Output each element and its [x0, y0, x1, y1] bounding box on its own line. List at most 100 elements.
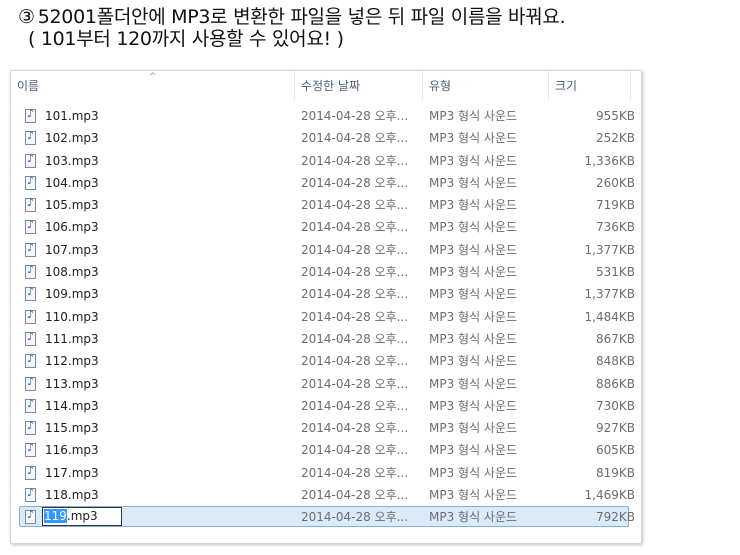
file-date: 2014-04-28 오후...	[301, 242, 409, 257]
file-explorer-window: 이름 ^ 수정한 날짜 유형 크기 ♪ 101.mp3 2014-04-28 오후.…	[10, 70, 642, 544]
file-size: 955KB	[595, 109, 635, 123]
column-header: 이름 ^ 수정한 날짜 유형 크기	[11, 71, 641, 101]
music-note-icon: ♪	[27, 374, 35, 388]
music-note-icon: ♪	[27, 352, 35, 366]
file-row[interactable]: ♪ 115.mp3 2014-04-28 오후... MP3 형식 사운드 927KB	[19, 417, 635, 439]
file-name: 107.mp3	[45, 242, 99, 257]
file-list: ♪ 101.mp3 2014-04-28 오후... MP3 형식 사운드 955KB ♪…	[19, 105, 635, 529]
file-size: 531KB	[595, 265, 635, 280]
file-row[interactable]: ♪ 114.mp3 2014-04-28 오후... MP3 형식 사운드 730KB	[19, 395, 635, 417]
file-size: 867KB	[595, 331, 635, 346]
music-note-icon: ♪	[27, 441, 35, 455]
file-date: 2014-04-28 오후...	[301, 331, 409, 346]
file-date: 2014-04-28 오후...	[301, 175, 409, 190]
file-row[interactable]: ♪ 117.mp3 2014-04-28 오후... MP3 형식 사운드 819KB	[19, 462, 635, 484]
music-note-icon: ♪	[27, 196, 35, 210]
file-type: MP3 형식 사운드	[429, 465, 518, 480]
file-row[interactable]: ♪ 116.mp3 2014-04-28 오후... MP3 형식 사운드 605KB	[19, 439, 635, 461]
column-header-size[interactable]: 크기	[549, 71, 631, 101]
file-name: 104.mp3	[45, 175, 99, 190]
music-note-icon: ♪	[27, 285, 35, 299]
mp3-file-icon: ♪	[25, 508, 36, 525]
mp3-file-icon: ♪	[25, 352, 36, 369]
file-name: 103.mp3	[45, 153, 99, 168]
file-date: 2014-04-28 오후...	[301, 354, 409, 369]
file-row[interactable]: ♪ 108.mp3 2014-04-28 오후... MP3 형식 사운드 531KB	[19, 261, 635, 283]
mp3-file-icon: ♪	[25, 196, 36, 213]
music-note-icon: ♪	[27, 218, 35, 232]
instruction-line-2: ( 101부터 120까지 사용할 수 있어요! )	[28, 28, 344, 50]
file-row[interactable]: ♪ 104.mp3 2014-04-28 오후... MP3 형식 사운드 260KB	[19, 172, 635, 194]
file-row[interactable]: ♪ 107.mp3 2014-04-28 오후... MP3 형식 사운드 1,377K…	[19, 239, 635, 261]
column-header-type[interactable]: 유형	[423, 71, 549, 101]
music-note-icon: ♪	[27, 396, 35, 410]
file-date: 2014-04-28 오후...	[301, 287, 409, 302]
file-type: MP3 형식 사운드	[429, 109, 518, 123]
file-row[interactable]: ♪ 112.mp3 2014-04-28 오후... MP3 형식 사운드 848KB	[19, 350, 635, 372]
file-date: 2014-04-28 오후...	[301, 265, 409, 280]
file-size: 1,377KB	[584, 242, 635, 257]
file-type: MP3 형식 사운드	[429, 331, 518, 346]
file-row[interactable]: ♪ 102.mp3 2014-04-28 오후... MP3 형식 사운드 252KB	[19, 127, 635, 149]
file-type: MP3 형식 사운드	[429, 376, 518, 391]
mp3-file-icon: ♪	[25, 486, 36, 503]
file-row[interactable]: ♪ 103.mp3 2014-04-28 오후... MP3 형식 사운드 1,336K…	[19, 150, 635, 172]
file-type: MP3 형식 사운드	[429, 198, 518, 213]
file-type: MP3 형식 사운드	[429, 488, 518, 503]
music-note-icon: ♪	[27, 263, 35, 277]
column-header-name[interactable]: 이름 ^	[11, 71, 295, 101]
file-row[interactable]: ♪ 110.mp3 2014-04-28 오후... MP3 형식 사운드 1,484K…	[19, 306, 635, 328]
file-row[interactable]: ♪ 101.mp3 2014-04-28 오후... MP3 형식 사운드 955KB	[19, 105, 635, 127]
file-size: 736KB	[595, 220, 635, 235]
file-row[interactable]: ♪ 111.mp3 2014-04-28 오후... MP3 형식 사운드 867KB	[19, 328, 635, 350]
file-date: 2014-04-28 오후...	[301, 488, 409, 503]
file-size: 605KB	[595, 443, 635, 458]
file-row[interactable]: ♪ 118.mp3 2014-04-28 오후... MP3 형식 사운드 1,469K…	[19, 484, 635, 506]
file-type: MP3 형식 사운드	[429, 443, 518, 458]
file-size: 719KB	[595, 198, 635, 213]
file-size: 886KB	[595, 376, 635, 391]
file-name: 113.mp3	[45, 376, 99, 391]
mp3-file-icon: ♪	[25, 173, 36, 190]
music-note-icon: ♪	[27, 173, 35, 187]
file-name: 118.mp3	[45, 488, 99, 503]
music-note-icon: ♪	[27, 463, 35, 477]
file-type: MP3 형식 사운드	[429, 510, 518, 525]
file-name: 112.mp3	[45, 354, 99, 369]
file-type: MP3 형식 사운드	[429, 398, 518, 413]
file-date: 2014-04-28 오후...	[301, 109, 409, 123]
rename-selected-text: 119	[44, 509, 67, 524]
file-row[interactable]: ♪ 106.mp3 2014-04-28 오후... MP3 형식 사운드 736KB	[19, 216, 635, 238]
column-name-label: 이름	[17, 79, 40, 93]
file-name: 116.mp3	[45, 443, 99, 458]
rename-input[interactable]: 119.mp3	[42, 507, 122, 527]
file-size: 1,336KB	[584, 153, 635, 168]
sort-ascending-icon: ^	[149, 72, 157, 82]
file-row-renaming[interactable]: ♪ 119.mp3 2014-04-28 오후... MP3 형식 사운드 792KB	[19, 506, 635, 528]
music-note-icon: ♪	[27, 240, 35, 254]
mp3-file-icon: ♪	[25, 463, 36, 480]
file-name: 110.mp3	[45, 309, 99, 324]
file-name: 115.mp3	[45, 421, 99, 436]
file-type: MP3 형식 사운드	[429, 242, 518, 257]
mp3-file-icon: ♪	[25, 152, 36, 168]
mp3-file-icon: ♪	[25, 285, 36, 302]
file-name: 109.mp3	[45, 287, 99, 302]
file-date: 2014-04-28 오후...	[301, 220, 409, 235]
file-date: 2014-04-28 오후...	[301, 510, 409, 525]
mp3-file-icon: ♪	[25, 308, 36, 324]
column-header-date[interactable]: 수정한 날짜	[295, 71, 423, 101]
music-note-icon: ♪	[27, 129, 35, 143]
file-date: 2014-04-28 오후...	[301, 465, 409, 480]
file-row[interactable]: ♪ 109.mp3 2014-04-28 오후... MP3 형식 사운드 1,377K…	[19, 283, 635, 305]
file-size: 730KB	[595, 398, 635, 413]
rename-extension-text: .mp3	[66, 509, 98, 524]
file-size: 260KB	[595, 175, 635, 190]
file-name: 117.mp3	[45, 465, 99, 480]
file-type: MP3 형식 사운드	[429, 287, 518, 302]
file-row[interactable]: ♪ 113.mp3 2014-04-28 오후... MP3 형식 사운드 886KB	[19, 373, 635, 395]
instructions: ③ 52001폴더안에 MP3로 변환한 파일을 넣은 뒤 파일 이름을 바꿔요.…	[18, 6, 733, 50]
file-name: 114.mp3	[45, 398, 99, 413]
file-row[interactable]: ♪ 105.mp3 2014-04-28 오후... MP3 형식 사운드 719KB	[19, 194, 635, 216]
file-type: MP3 형식 사운드	[429, 265, 518, 280]
